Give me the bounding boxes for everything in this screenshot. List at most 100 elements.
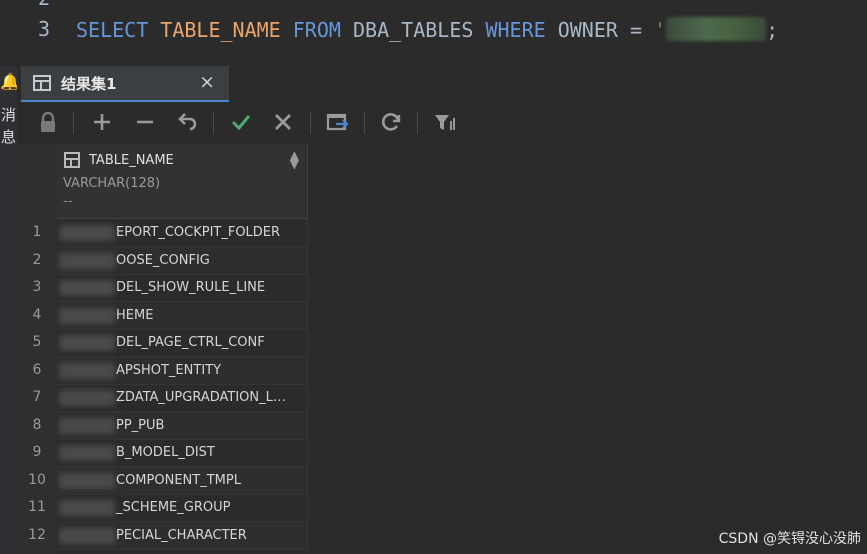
table-name: DBA_TABLES bbox=[352, 18, 474, 42]
column-name: TABLE_NAME bbox=[160, 18, 281, 42]
watermark: CSDN @笑锝没心没肺 bbox=[718, 531, 861, 547]
refresh-icon[interactable] bbox=[376, 107, 406, 137]
redacted-prefix bbox=[59, 280, 115, 296]
redacted-prefix bbox=[59, 225, 115, 241]
cell-value: ZDATA_UPGRADATION_L… bbox=[116, 390, 286, 405]
close-icon[interactable]: × bbox=[199, 71, 215, 93]
column-header-table-name[interactable]: TABLE_NAME ▲ ▼ VARCHAR(128) -- bbox=[57, 144, 308, 219]
owner-column: OWNER bbox=[557, 18, 618, 42]
table-row[interactable]: 12 PECIAL_CHARACTER bbox=[17, 521, 308, 550]
column-comment: -- bbox=[63, 194, 73, 209]
table-row[interactable]: 6 APSHOT_ENTITY bbox=[17, 356, 308, 385]
row-number: 4 bbox=[32, 306, 42, 323]
sql-editor[interactable]: 2 3 SELECT TABLE_NAME FROM DBA_TABLES WH… bbox=[0, 0, 867, 66]
redacted-prefix bbox=[59, 390, 115, 406]
redacted-prefix bbox=[59, 362, 115, 379]
keyword-from: FROM bbox=[292, 18, 341, 42]
table-row[interactable]: 7 ZDATA_UPGRADATION_L… bbox=[17, 384, 308, 412]
row-number: 6 bbox=[32, 361, 42, 378]
line-number: 3 bbox=[37, 17, 50, 41]
string-quote: ' bbox=[654, 18, 667, 42]
messages-label[interactable]: 消息 bbox=[1, 104, 16, 148]
table-row[interactable]: 11 _SCHEME_GROUP bbox=[17, 494, 308, 522]
table-row[interactable]: 4 HEME bbox=[17, 301, 308, 330]
row-number: 11 bbox=[28, 499, 46, 515]
tab-result-set-1[interactable]: 结果集1 × bbox=[21, 66, 229, 102]
row-number: 12 bbox=[28, 526, 46, 543]
table-name-cell[interactable]: _SCHEME_GROUP bbox=[57, 494, 308, 522]
revert-icon[interactable] bbox=[172, 107, 202, 137]
result-toolbar bbox=[17, 102, 867, 144]
row-number: 8 bbox=[32, 416, 42, 433]
export-icon[interactable] bbox=[322, 107, 352, 137]
cell-value: _SCHEME_GROUP bbox=[116, 500, 231, 515]
row-number: 3 bbox=[32, 279, 42, 295]
row-number: 9 bbox=[32, 444, 42, 460]
redacted-prefix bbox=[59, 307, 115, 324]
cell-value: PP_PUB bbox=[116, 417, 165, 433]
redacted-prefix bbox=[59, 527, 115, 544]
equals-operator: = bbox=[629, 18, 643, 42]
table-name-cell[interactable]: PP_PUB bbox=[57, 411, 308, 440]
redacted-prefix bbox=[59, 335, 115, 351]
side-rail: 🔔 消息 bbox=[0, 66, 20, 554]
table-name-cell[interactable]: PECIAL_CHARACTER bbox=[57, 521, 308, 550]
cell-value: COMPONENT_TMPL bbox=[116, 472, 241, 488]
cell-value: OOSE_CONFIG bbox=[116, 252, 210, 268]
table-row[interactable]: 5 DEL_PAGE_CTRL_CONF bbox=[17, 329, 308, 357]
keyword-select: SELECT bbox=[76, 18, 149, 42]
table-row[interactable]: 2 OOSE_CONFIG bbox=[17, 246, 308, 275]
table-name-cell[interactable]: OOSE_CONFIG bbox=[57, 246, 308, 275]
table-name-cell[interactable]: DEL_PAGE_CTRL_CONF bbox=[57, 329, 308, 357]
row-number: 10 bbox=[28, 471, 46, 488]
column-type: VARCHAR(128) bbox=[63, 176, 161, 191]
sql-statement[interactable]: SELECT TABLE_NAME FROM DBA_TABLES WHERE … bbox=[76, 17, 778, 42]
statement-terminator: ; bbox=[766, 18, 779, 42]
table-name-cell[interactable]: EPORT_COCKPIT_FOLDER bbox=[57, 219, 308, 247]
cell-value: PECIAL_CHARACTER bbox=[116, 527, 247, 543]
table-row[interactable]: 9 B_MODEL_DIST bbox=[17, 439, 308, 467]
redacted-prefix bbox=[59, 417, 115, 434]
cell-value: APSHOT_ENTITY bbox=[116, 362, 222, 378]
cell-value: B_MODEL_DIST bbox=[116, 445, 215, 460]
table-row[interactable]: 10 COMPONENT_TMPL bbox=[17, 466, 308, 495]
add-row-icon[interactable] bbox=[87, 107, 117, 137]
cancel-icon[interactable] bbox=[268, 107, 298, 137]
row-number: 5 bbox=[32, 334, 42, 350]
result-tab-bar: 结果集1 × bbox=[17, 66, 867, 103]
row-number: 1 bbox=[32, 224, 42, 240]
cell-value: EPORT_COCKPIT_FOLDER bbox=[116, 225, 281, 240]
table-row[interactable]: 8 PP_PUB bbox=[17, 411, 308, 440]
result-grid[interactable]: TABLE_NAME ▲ ▼ VARCHAR(128) -- 1 EPORT_COC… bbox=[17, 144, 867, 554]
table-name-cell[interactable]: DEL_SHOW_RULE_LINE bbox=[57, 274, 308, 302]
table-name-cell[interactable]: APSHOT_ENTITY bbox=[57, 356, 308, 385]
line-number: 2 bbox=[0, 0, 50, 10]
delete-row-icon[interactable] bbox=[130, 107, 160, 137]
cell-value: DEL_PAGE_CTRL_CONF bbox=[116, 335, 265, 350]
grid-rows: 1 EPORT_COCKPIT_FOLDER 2 OOSE_CONFIG 3 DEL_… bbox=[17, 219, 308, 550]
table-name-cell[interactable]: ZDATA_UPGRADATION_L… bbox=[57, 384, 308, 412]
redacted-prefix bbox=[59, 445, 115, 461]
table-row[interactable]: 1 EPORT_COCKPIT_FOLDER bbox=[17, 219, 308, 247]
redacted-prefix bbox=[59, 500, 115, 516]
row-number: 2 bbox=[32, 251, 42, 268]
column-icon bbox=[64, 152, 80, 168]
table-name-cell[interactable]: HEME bbox=[57, 301, 308, 330]
redacted-prefix bbox=[59, 252, 115, 269]
redacted-prefix bbox=[59, 472, 115, 489]
table-name-cell[interactable]: COMPONENT_TMPL bbox=[57, 466, 308, 495]
redacted-owner-value bbox=[666, 17, 767, 41]
row-number: 7 bbox=[32, 389, 42, 405]
tab-label: 结果集1 bbox=[61, 75, 117, 93]
filter-icon[interactable] bbox=[429, 107, 459, 137]
lock-icon[interactable] bbox=[33, 107, 63, 137]
column-name: TABLE_NAME bbox=[89, 153, 174, 168]
table-row[interactable]: 3 DEL_SHOW_RULE_LINE bbox=[17, 274, 308, 302]
table-name-cell[interactable]: B_MODEL_DIST bbox=[57, 439, 308, 467]
keyword-where: WHERE bbox=[485, 18, 546, 42]
commit-icon[interactable] bbox=[226, 107, 256, 137]
cell-value: HEME bbox=[116, 307, 154, 323]
cell-value: DEL_SHOW_RULE_LINE bbox=[116, 280, 266, 295]
table-grid-icon bbox=[33, 75, 51, 91]
sort-icon[interactable]: ▲ ▼ bbox=[290, 149, 299, 170]
